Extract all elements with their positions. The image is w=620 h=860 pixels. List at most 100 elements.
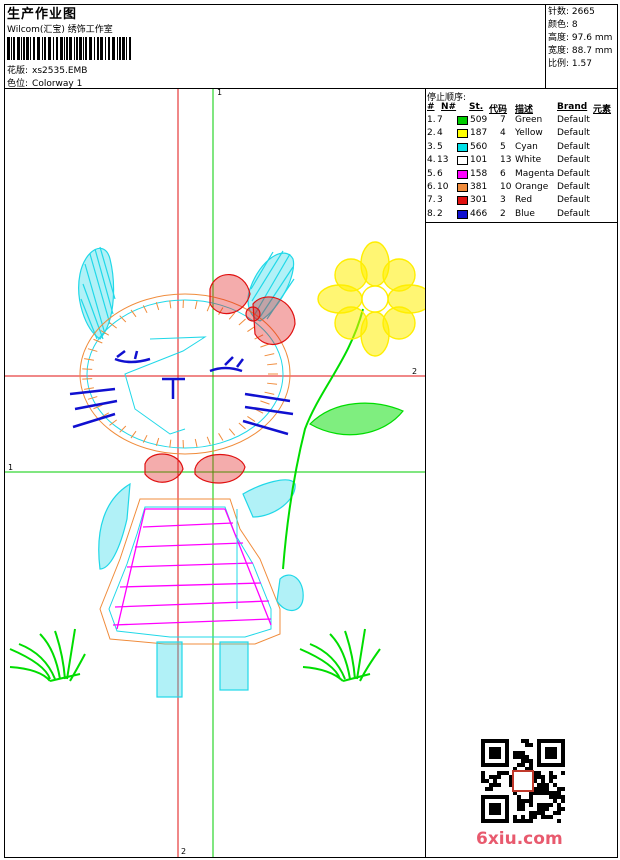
left-ear [78,246,116,340]
color-swatch [457,156,468,166]
color-stop-needle: 10 [437,182,449,192]
color-swatch [457,209,468,219]
color-stop-code: 10 [500,182,512,192]
color-stop-desc: Orange [515,182,549,192]
stat-width: 宽度: 88.7 mm [548,46,613,56]
site-watermark: 6xiu.com [476,829,563,849]
color-stop-row: 2. 4 187 4 Yellow Default [427,128,617,141]
color-stop-needle: 5 [437,141,443,152]
color-stop-st: 381 [470,182,488,192]
col-header-stitches: St. [469,102,484,112]
color-stop-st: 560 [470,141,488,152]
axis-label-green-horizontal: 1 [8,463,14,472]
page-title: 生产作业图 [7,7,78,22]
embroidery-design-canvas [5,89,425,857]
colorway-value: Colorway 1 [32,79,83,89]
color-stop-row: 5. 6 158 6 Magenta Default [427,169,617,182]
color-stop-st: 466 [470,208,488,219]
color-swatch [457,196,468,206]
col-header-needle: N# [441,102,457,112]
flower-head [317,241,425,357]
color-stop-code: 6 [500,168,506,179]
color-stop-desc: Yellow [515,128,543,139]
color-stop-needle: 6 [437,168,443,179]
color-stop-row: 1. 7 509 7 Green Default [427,115,617,128]
color-stop-needle: 3 [437,195,443,206]
color-stop-code: 2 [500,208,506,219]
color-stop-desc: Cyan [515,141,538,152]
tail [276,574,304,612]
color-stop-brand: Default [557,141,590,152]
color-stop-st: 158 [470,168,488,179]
stats-panel: 针数: 2665 颜色: 8 高度: 97.6 mm 宽度: 88.7 mm 比… [548,6,612,71]
color-stop-st: 101 [470,155,488,166]
color-stop-needle: 2 [437,208,443,219]
color-stop-brand: Default [557,208,590,219]
color-swatch [457,183,468,192]
grass-left [9,628,86,682]
color-stop-num: 5. [427,168,436,179]
design-file-label: 花版: [7,66,29,76]
colorway-field: 色位: Colorway 1 [7,76,82,89]
color-swatch [457,142,468,152]
color-stop-needle: 13 [437,155,449,166]
color-stop-brand: Default [557,115,590,125]
legs [156,641,249,698]
color-swatch [457,116,468,125]
color-stop-code: 13 [500,155,512,166]
color-stop-brand: Default [557,168,590,179]
colorway-label: 色位: [7,79,29,89]
color-stop-brand: Default [557,182,590,192]
design-file-value: xs2535.EMB [32,66,88,76]
barcode [7,37,131,60]
qr-code [481,739,565,823]
stat-colors: 颜色: 8 [548,20,578,30]
neck-bow [144,453,246,484]
color-swatch [457,129,468,139]
color-table-divider [425,222,618,223]
grass-right [299,628,381,682]
flower-stem [282,308,364,570]
color-stop-num: 3. [427,141,436,152]
stat-stitches: 针数: 2665 [548,7,595,17]
col-header-element: 元素 [593,105,612,115]
color-stop-row: 3. 5 560 5 Cyan Default [427,142,617,155]
color-stop-st: 187 [470,128,488,139]
color-stop-num: 8. [427,208,436,219]
col-header-desc: 描述 [515,105,534,115]
color-stop-row: 7. 3 301 3 Red Default [427,195,617,208]
color-stop-num: 7. [427,195,436,206]
stat-scale: 比例: 1.57 [548,59,592,69]
design-file-field: 花版: xs2535.EMB [7,63,87,76]
axis-label-red-vertical: 2 [181,847,187,856]
color-stop-brand: Default [557,128,590,139]
color-stop-st: 509 [470,115,488,125]
color-stop-code: 4 [500,128,506,139]
color-stop-row: 6. 10 381 10 Orange Default [427,182,617,195]
seal-stamp [512,770,534,792]
color-swatch [457,169,468,179]
color-stop-code: 3 [500,195,506,206]
color-stop-needle: 7 [437,115,443,125]
color-stop-code: 5 [500,141,506,152]
color-stop-row: 4. 13 101 13 White Default [427,155,617,168]
color-stop-num: 2. [427,128,436,139]
color-stop-brand: Default [557,195,590,206]
stat-height: 高度: 97.6 mm [548,33,613,43]
color-stop-desc: Green [515,115,543,125]
company-name: Wilcom(汇宝) 绣饰工作室 [7,25,113,35]
color-stop-desc: Magenta [515,168,555,179]
design-divider [425,88,426,858]
color-stop-desc: White [515,155,542,166]
color-stop-code: 7 [500,115,506,125]
color-stop-brand: Default [557,155,590,166]
axis-label-red-horizontal: 2 [412,367,418,376]
color-stop-needle: 4 [437,128,443,139]
color-stop-num: 1. [427,115,436,125]
color-stop-num: 6. [427,182,436,192]
color-stop-st: 301 [470,195,488,206]
col-header-code: 代码 [489,105,508,115]
stats-divider [545,4,546,88]
flower-leaf [309,402,404,436]
color-stop-desc: Blue [515,208,535,219]
